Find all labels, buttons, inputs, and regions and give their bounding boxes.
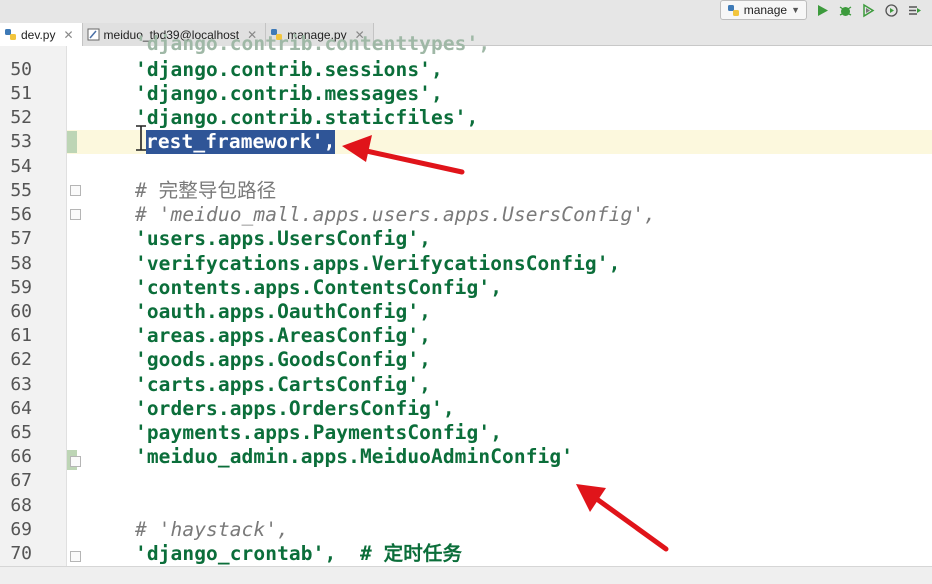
red-arrow-icon (342, 135, 465, 175)
arrow-annotation-layer (136, 125, 669, 552)
status-bar (0, 566, 932, 584)
text-cursor-icon (136, 125, 146, 151)
red-arrow-icon (576, 484, 669, 552)
